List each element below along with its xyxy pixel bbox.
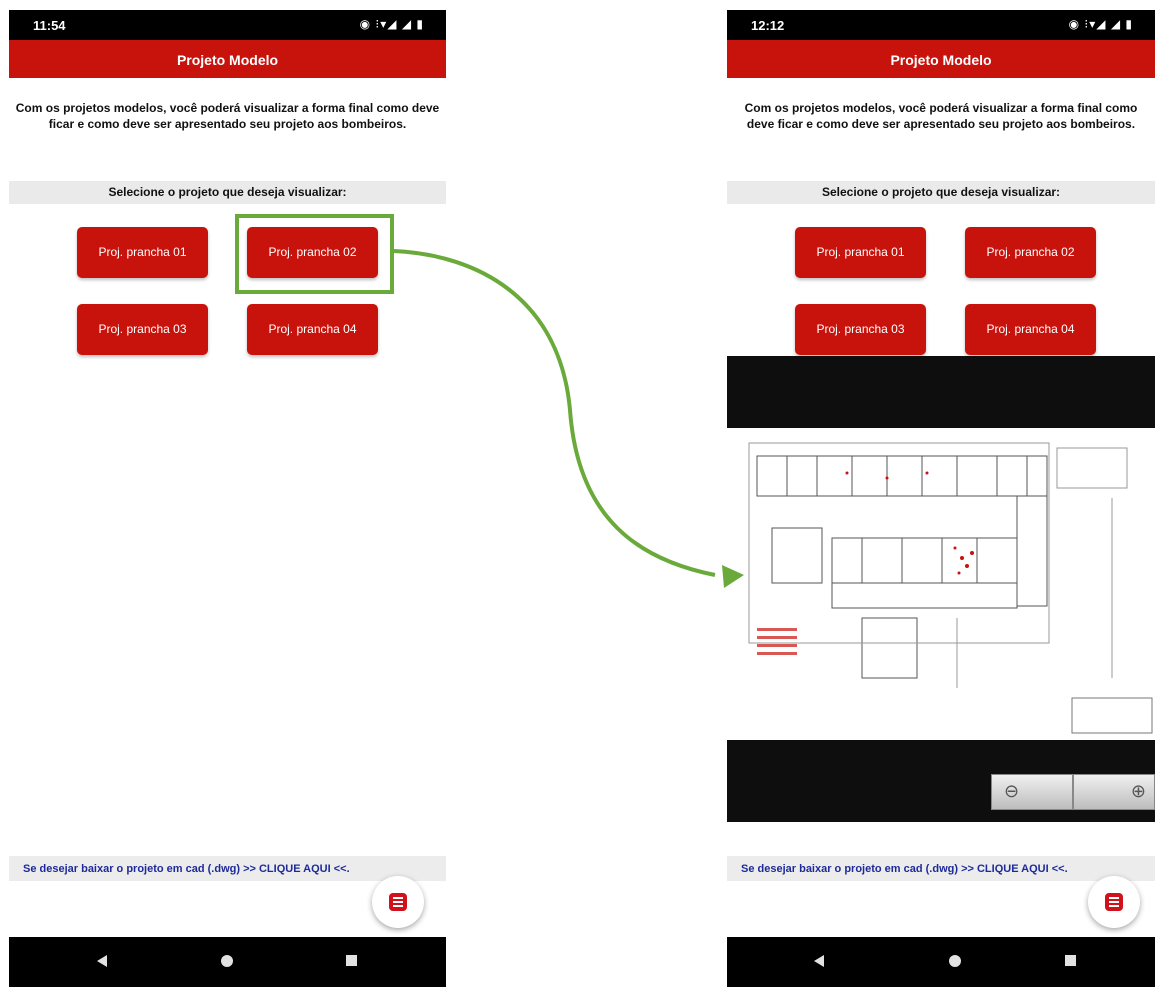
arrowhead-icon	[722, 565, 744, 588]
arrow-path	[393, 249, 716, 577]
transition-arrow	[393, 249, 744, 588]
